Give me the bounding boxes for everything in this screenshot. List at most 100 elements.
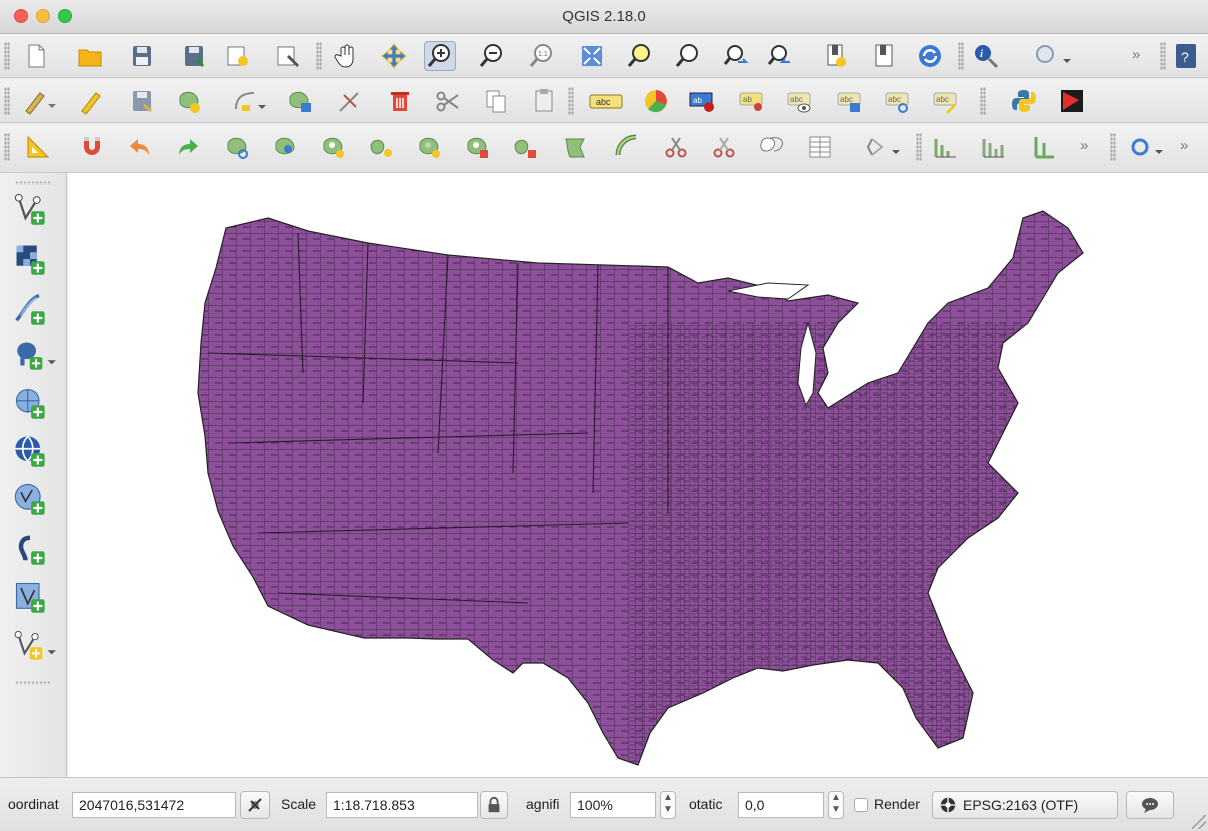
add-vector-layer-icon[interactable] <box>10 189 50 229</box>
toolbar-grip[interactable] <box>4 87 10 115</box>
zoom-next-icon[interactable] <box>764 41 796 71</box>
merge-attributes-icon[interactable] <box>804 132 836 162</box>
magnifier-field[interactable]: 100% <box>570 792 656 818</box>
pan-icon[interactable] <box>330 41 362 71</box>
toolbar-overflow[interactable]: » <box>1080 137 1088 154</box>
paste-features-icon[interactable] <box>528 86 560 116</box>
select-features-icon[interactable] <box>1028 41 1076 71</box>
current-edits-icon[interactable] <box>18 86 62 116</box>
toolbar-grip[interactable] <box>4 42 10 70</box>
toolbar-overflow[interactable]: » <box>1180 137 1188 154</box>
show-bookmarks-icon[interactable] <box>868 41 900 71</box>
toolbar-overflow[interactable]: » <box>1132 46 1140 63</box>
pan-to-selection-icon[interactable] <box>378 41 410 71</box>
add-wfs-layer-icon[interactable] <box>10 479 50 519</box>
topology-checker-icon[interactable] <box>1028 132 1060 162</box>
toolbar-grip[interactable] <box>958 42 964 70</box>
fill-ring-icon[interactable] <box>414 132 446 162</box>
add-feature-icon[interactable] <box>174 86 206 116</box>
highlight-pinned-labels-icon[interactable]: ab <box>736 86 768 116</box>
toggle-editing-pencil-icon[interactable] <box>74 86 106 116</box>
toolbar-grip[interactable] <box>1110 133 1116 161</box>
add-ring-icon[interactable] <box>318 132 350 162</box>
show-hide-labels-icon[interactable]: abc <box>784 86 816 116</box>
zoom-to-layer-icon[interactable] <box>672 41 704 71</box>
delete-selected-icon[interactable] <box>384 86 416 116</box>
split-features-icon[interactable] <box>660 132 692 162</box>
open-project-icon[interactable] <box>74 41 106 71</box>
toolbar-grip[interactable] <box>15 181 51 185</box>
save-project-icon[interactable] <box>126 41 158 71</box>
add-raster-layer-icon[interactable] <box>10 239 50 279</box>
save-edits-icon[interactable] <box>126 86 158 116</box>
zoom-to-selection-icon[interactable] <box>624 41 656 71</box>
copy-features-icon[interactable] <box>480 86 512 116</box>
snapping-magnet-icon[interactable] <box>76 132 108 162</box>
move-feature-icon[interactable] <box>284 86 316 116</box>
add-wms-layer-icon[interactable] <box>10 431 50 471</box>
toggle-extents-icon[interactable] <box>240 791 270 819</box>
geometry-checker-icon[interactable] <box>978 132 1010 162</box>
gps-info-icon[interactable] <box>1124 132 1172 162</box>
plugin-k-icon[interactable] <box>1056 86 1088 116</box>
new-bookmark-icon[interactable] <box>820 41 852 71</box>
map-canvas[interactable] <box>68 173 1208 777</box>
redo-icon[interactable] <box>172 132 204 162</box>
simplify-feature-icon[interactable] <box>270 132 302 162</box>
move-label-icon[interactable]: abc <box>834 86 866 116</box>
messages-icon[interactable] <box>1126 791 1174 819</box>
toolbar-grip[interactable] <box>916 133 922 161</box>
change-label-icon[interactable]: abc <box>930 86 962 116</box>
toolbar-grip[interactable] <box>980 87 986 115</box>
toolbar-grip[interactable] <box>4 133 10 161</box>
new-shapefile-layer-icon[interactable] <box>10 577 50 617</box>
pin-labels-icon[interactable]: ab <box>686 86 718 116</box>
add-delimited-text-icon[interactable] <box>10 289 50 329</box>
zoom-last-icon[interactable] <box>720 41 752 71</box>
toolbar-grip[interactable] <box>316 42 322 70</box>
add-spatialite-layer-icon[interactable] <box>10 383 50 423</box>
rotate-point-symbols-dropdown-icon[interactable] <box>862 132 906 162</box>
reshape-features-icon[interactable] <box>560 132 592 162</box>
window-resize-grip[interactable] <box>1192 815 1206 829</box>
render-checkbox[interactable] <box>854 798 868 812</box>
rotation-field[interactable]: 0,0 <box>738 792 824 818</box>
zoom-in-icon[interactable] <box>424 41 456 71</box>
measure-icon[interactable] <box>22 132 54 162</box>
rotate-point-symbols-icon[interactable] <box>334 86 366 116</box>
delete-part-icon[interactable] <box>510 132 542 162</box>
zoom-out-icon[interactable] <box>476 41 508 71</box>
undo-icon[interactable] <box>124 132 156 162</box>
toolbar-grip[interactable] <box>568 87 574 115</box>
spatial-query-icon[interactable] <box>930 132 962 162</box>
us-counties-map[interactable] <box>68 173 1208 777</box>
scale-lock-icon[interactable] <box>480 791 508 819</box>
rotation-spinner[interactable]: ▲ ▼ <box>828 791 844 819</box>
add-part-icon[interactable] <box>366 132 398 162</box>
new-print-composer-icon[interactable] <box>222 41 254 71</box>
scale-combobox[interactable]: 1:18.718.853 <box>326 792 478 818</box>
magnifier-spinner[interactable]: ▲ ▼ <box>660 791 676 819</box>
zoom-native-icon[interactable]: 1:1 <box>526 41 558 71</box>
new-spatialite-layer-icon[interactable] <box>10 625 60 665</box>
node-tool-icon[interactable] <box>230 86 270 116</box>
identify-icon[interactable]: i <box>970 41 1002 71</box>
delete-ring-icon[interactable] <box>462 132 494 162</box>
rotate-feature-icon[interactable] <box>222 132 254 162</box>
offset-curve-icon[interactable] <box>610 132 642 162</box>
save-as-icon[interactable] <box>178 41 210 71</box>
merge-features-icon[interactable] <box>756 132 788 162</box>
label-tool-icon[interactable]: abc <box>584 86 628 116</box>
coordinate-field[interactable]: 2047016,531472 <box>72 792 236 818</box>
composer-manager-icon[interactable] <box>272 41 304 71</box>
toolbar-grip[interactable] <box>1160 42 1166 70</box>
add-virtual-layer-icon[interactable] <box>10 529 50 569</box>
diagram-icon[interactable] <box>640 86 672 116</box>
toolbar-grip[interactable] <box>15 681 51 685</box>
python-console-icon[interactable] <box>1008 86 1040 116</box>
crs-button[interactable]: EPSG:2163 (OTF) <box>932 791 1118 819</box>
split-parts-icon[interactable] <box>708 132 740 162</box>
rotate-label-icon[interactable]: abc <box>882 86 914 116</box>
add-postgis-layer-icon[interactable] <box>10 335 60 375</box>
help-icon[interactable]: ? <box>1172 41 1200 71</box>
